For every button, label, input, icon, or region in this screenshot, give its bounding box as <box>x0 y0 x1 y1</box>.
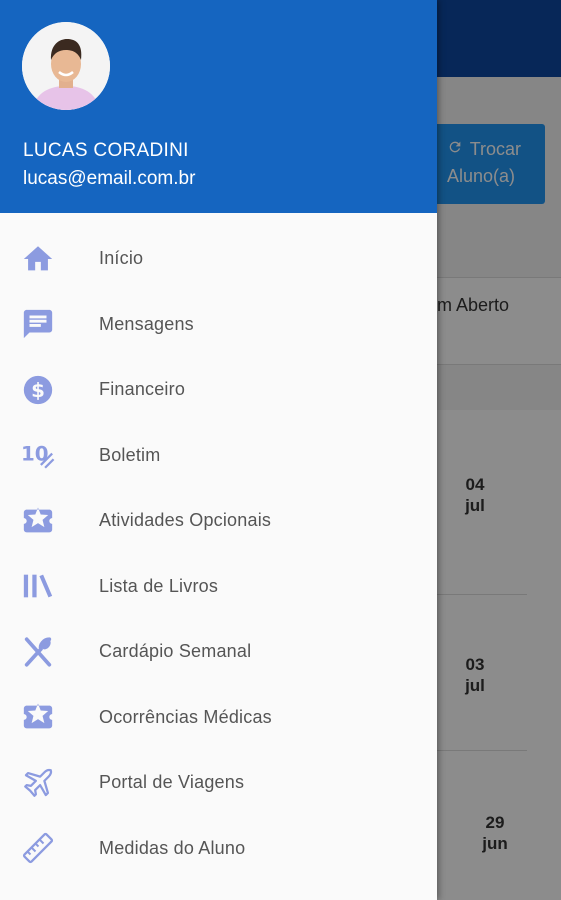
menu-item-boletim[interactable]: 10 Boletim <box>0 423 437 489</box>
avatar[interactable] <box>22 22 110 110</box>
ticket-star-icon <box>20 503 56 539</box>
message-icon <box>20 306 56 342</box>
user-email: lucas@email.com.br <box>23 168 196 189</box>
books-icon <box>20 568 56 604</box>
utensils-icon <box>20 634 56 670</box>
airplane-icon <box>20 765 56 801</box>
home-icon <box>20 241 56 277</box>
svg-text:$: $ <box>31 379 45 402</box>
menu-item-label: Atividades Opcionais <box>99 510 272 531</box>
menu-item-label: Cardápio Semanal <box>99 641 252 662</box>
menu-item-label: Lista de Livros <box>99 575 219 596</box>
grade-icon: 10 <box>20 437 56 473</box>
menu-item-label: Início <box>99 248 144 269</box>
menu-item-portal-de-viagens[interactable]: Portal de Viagens <box>0 750 437 816</box>
drawer-header: LUCAS CORADINI lucas@email.com.br <box>0 0 437 213</box>
user-name: LUCAS CORADINI <box>23 140 189 161</box>
menu-item-label: Ocorrências Médicas <box>99 706 272 727</box>
menu-item-atividades-opcionais[interactable]: Atividades Opcionais <box>0 488 437 554</box>
ruler-icon <box>20 830 56 866</box>
ticket-star-icon <box>20 699 56 735</box>
menu-item-financeiro[interactable]: $ Financeiro <box>0 357 437 423</box>
menu-item-cardapio-semanal[interactable]: Cardápio Semanal <box>0 619 437 685</box>
menu-item-label: Medidas do Aluno <box>99 837 246 858</box>
menu-item-medidas-do-aluno[interactable]: Medidas do Aluno <box>0 816 437 882</box>
menu-item-label: Financeiro <box>99 379 186 400</box>
dollar-icon: $ <box>20 372 56 408</box>
drawer-menu: Início Mensagens $ Financeiro 10 Boletim… <box>0 226 437 881</box>
menu-item-label: Boletim <box>99 444 161 465</box>
menu-item-ocorrencias-medicas[interactable]: Ocorrências Médicas <box>0 685 437 751</box>
menu-item-inicio[interactable]: Início <box>0 226 437 292</box>
menu-item-mensagens[interactable]: Mensagens <box>0 292 437 358</box>
navigation-drawer: LUCAS CORADINI lucas@email.com.br Início… <box>0 0 437 900</box>
menu-item-label: Portal de Viagens <box>99 772 245 793</box>
menu-item-lista-de-livros[interactable]: Lista de Livros <box>0 554 437 620</box>
menu-item-label: Mensagens <box>99 313 194 334</box>
